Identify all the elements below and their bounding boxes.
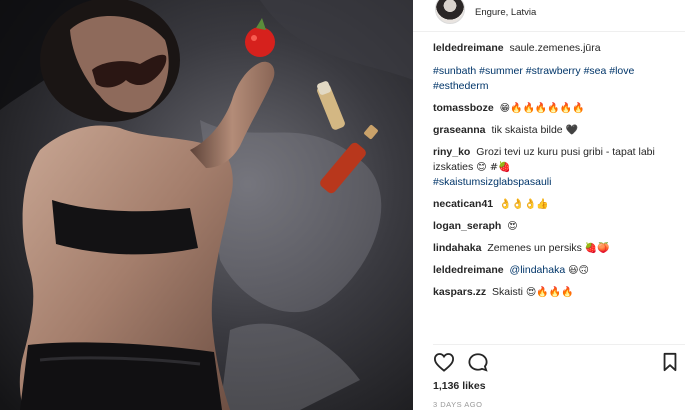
comment-row: lindahaka Zemenes un persiks 🍓🍑 — [433, 241, 673, 256]
comment-username[interactable]: riny_ko — [433, 146, 470, 158]
post-timestamp: 3 DAYS AGO — [433, 400, 483, 409]
comment-emoji: 👌👌👌👍 — [499, 199, 549, 210]
divider — [433, 344, 685, 345]
hashtag-list[interactable]: #sunbath #summer #strawberry #sea #love … — [433, 65, 634, 92]
photo-image — [0, 0, 413, 410]
comment-username[interactable]: tomassboze — [433, 102, 494, 114]
post-photo[interactable] — [0, 0, 413, 410]
likes-count[interactable]: 1,136 likes — [433, 380, 486, 392]
post-header: Engure, Latvia — [413, 0, 685, 32]
comment-row: graseanna tik skaista bilde 🖤 — [433, 123, 673, 138]
comment-row: leldedreimane @lindahaka 😃🙃 — [433, 263, 673, 278]
comment-emoji: 😁🔥🔥🔥🔥🔥🔥 — [499, 103, 585, 114]
caption-hashtags: #sunbath #summer #strawberry #sea #love … — [433, 64, 673, 94]
comment-row: necatican41 👌👌👌👍 — [433, 197, 673, 212]
comment-emoji: 🍓🍑 — [584, 243, 610, 254]
comments-list: leldedreimane saule.zemenes.jūra #sunbat… — [433, 41, 673, 307]
comment-emoji: 🖤 — [565, 125, 579, 136]
comment-icon[interactable] — [467, 352, 489, 377]
avatar[interactable] — [435, 0, 465, 24]
comment-username[interactable]: lindahaka — [433, 242, 481, 254]
heart-icon[interactable] — [433, 352, 455, 377]
comment-emoji: 😍🔥🔥🔥 — [525, 287, 574, 298]
caption-text: saule.zemenes.jūra — [509, 42, 601, 54]
comment-username[interactable]: graseanna — [433, 124, 486, 136]
location-link[interactable]: Engure, Latvia — [475, 7, 536, 18]
comment-username[interactable]: logan_seraph — [433, 220, 501, 232]
comment-emoji: 😃🙃 — [568, 265, 589, 276]
action-bar — [433, 352, 683, 374]
comment-username[interactable]: kaspars.zz — [433, 286, 486, 298]
bookmark-icon[interactable] — [661, 352, 679, 377]
comment-text: tik skaista bilde — [491, 124, 563, 136]
comment-text: Zemenes un persiks — [487, 242, 582, 254]
comment-mention[interactable]: @lindahaka — [510, 264, 566, 276]
comment-row: kaspars.zz Skaisti 😍🔥🔥🔥 — [433, 285, 673, 300]
post-panel: Engure, Latvia leldedreimane saule.zemen… — [413, 0, 685, 410]
comment-row: riny_ko Grozi tevi uz kuru pusi gribi - … — [433, 145, 673, 190]
comment-hashtag[interactable]: #skaistumsizglabspasauli — [433, 176, 551, 188]
comment-emoji: 😊 #🍓 — [476, 162, 511, 173]
comment-row: tomassboze 😁🔥🔥🔥🔥🔥🔥 — [433, 101, 673, 116]
comment-emoji: 😍 — [507, 221, 518, 232]
caption-username[interactable]: leldedreimane — [433, 42, 504, 54]
comment-text: Skaisti — [492, 286, 523, 298]
comment-username[interactable]: leldedreimane — [433, 264, 504, 276]
caption: leldedreimane saule.zemenes.jūra — [433, 41, 673, 56]
comment-row: logan_seraph 😍 — [433, 219, 673, 234]
comment-username[interactable]: necatican41 — [433, 198, 493, 210]
